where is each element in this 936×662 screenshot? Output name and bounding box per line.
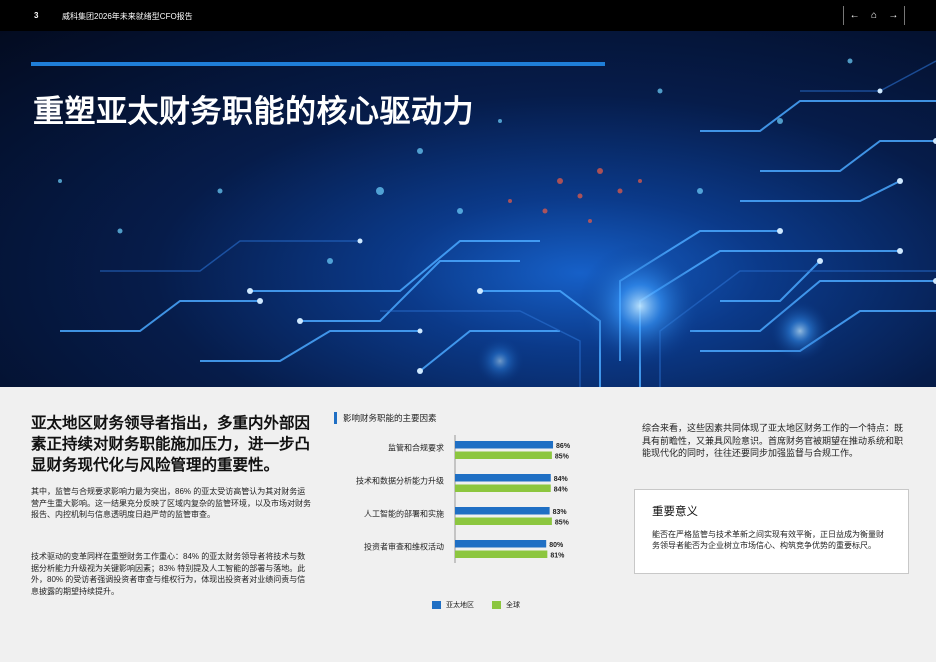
bar-apac bbox=[455, 540, 547, 548]
legend-label-global: 全球 bbox=[506, 602, 520, 609]
bar-value-label: 84% bbox=[554, 476, 569, 483]
bar-value-label: 84% bbox=[554, 487, 569, 494]
hero-banner: 重塑亚太财务职能的核心驱动力 bbox=[0, 31, 936, 387]
bar-value-label: 85% bbox=[555, 520, 570, 527]
body-paragraph-2: 技术驱动的变革同样在重塑财务工作重心：84% 的亚太财务领导者将技术与数据分析能… bbox=[31, 552, 306, 596]
home-icon[interactable]: ⌂ bbox=[871, 10, 877, 21]
body-paragraph-1: 其中，监管与合规要求影响力最为突出，86% 的亚太受访高管认为其对财务运营产生重… bbox=[31, 487, 311, 519]
page-number: 3 bbox=[34, 11, 39, 20]
next-page-icon[interactable]: → bbox=[888, 10, 898, 21]
hero-accent-rule bbox=[31, 62, 605, 66]
bar-value-label: 85% bbox=[555, 454, 570, 461]
bar-global bbox=[455, 484, 551, 492]
previous-page-icon[interactable]: ← bbox=[850, 10, 860, 21]
callout-text: 能否在严格监管与技术革新之间实现有效平衡，正日益成为衡量财务领导者能否为企业树立… bbox=[652, 530, 884, 550]
bar-global bbox=[455, 550, 548, 558]
page-title: 重塑亚太财务职能的核心驱动力 bbox=[33, 94, 474, 129]
bar-value-label: 86% bbox=[556, 443, 571, 450]
category-label: 监管和合规要求 bbox=[388, 443, 444, 453]
legend-label-apac: 亚太地区 bbox=[446, 602, 474, 609]
callout-title: 重要意义 bbox=[652, 506, 698, 518]
chart-title: 影响财务职能的主要因素 bbox=[334, 412, 437, 424]
bar-apac bbox=[455, 474, 551, 482]
summary-paragraph: 综合来看，这些因素共同体现了亚太地区财务工作的一个特点：既具有前瞻性，又兼具风险… bbox=[642, 423, 904, 458]
category-label: 投资者审查和维权活动 bbox=[364, 542, 444, 552]
legend-item-global: 全球 bbox=[492, 600, 520, 610]
bar-value-label: 83% bbox=[553, 509, 568, 516]
bar-global bbox=[455, 517, 552, 525]
top-bar: 3 威科集团2026年未来就绪型CFO报告 ← ⌂ → bbox=[0, 0, 936, 31]
circuit-board-image bbox=[58, 58, 936, 387]
chart-legend: 亚太地区 全球 bbox=[432, 600, 520, 610]
bar-value-label: 80% bbox=[549, 542, 564, 549]
significance-callout: 重要意义 能否在严格监管与技术革新之间实现有效平衡，正日益成为衡量财务领导者能否… bbox=[634, 489, 909, 574]
lead-statement: 亚太地区财务领导者指出，多重内外部因素正持续对财务职能施加压力，进一步凸显财务现… bbox=[31, 415, 311, 474]
page-navigation: ← ⌂ → bbox=[843, 6, 905, 25]
bar-apac bbox=[455, 441, 554, 449]
factors-bar-chart: 监管和合规要求 86% 85% 技术和数据分析能力升级 84% 84% 人工智能的部署和实施… bbox=[356, 435, 571, 563]
legend-swatch-apac bbox=[432, 601, 441, 609]
bar-global bbox=[455, 451, 552, 459]
bar-value-label: 81% bbox=[550, 553, 565, 560]
document-title: 威科集团2026年未来就绪型CFO报告 bbox=[62, 12, 193, 21]
bar-apac bbox=[455, 507, 550, 515]
category-label: 人工智能的部署和实施 bbox=[364, 509, 444, 519]
content-section: 亚太地区财务领导者指出，多重内外部因素正持续对财务职能施加压力，进一步凸显财务现… bbox=[0, 387, 936, 662]
legend-swatch-global bbox=[492, 601, 501, 609]
legend-item-apac: 亚太地区 bbox=[432, 600, 474, 610]
category-label: 技术和数据分析能力升级 bbox=[356, 476, 444, 486]
